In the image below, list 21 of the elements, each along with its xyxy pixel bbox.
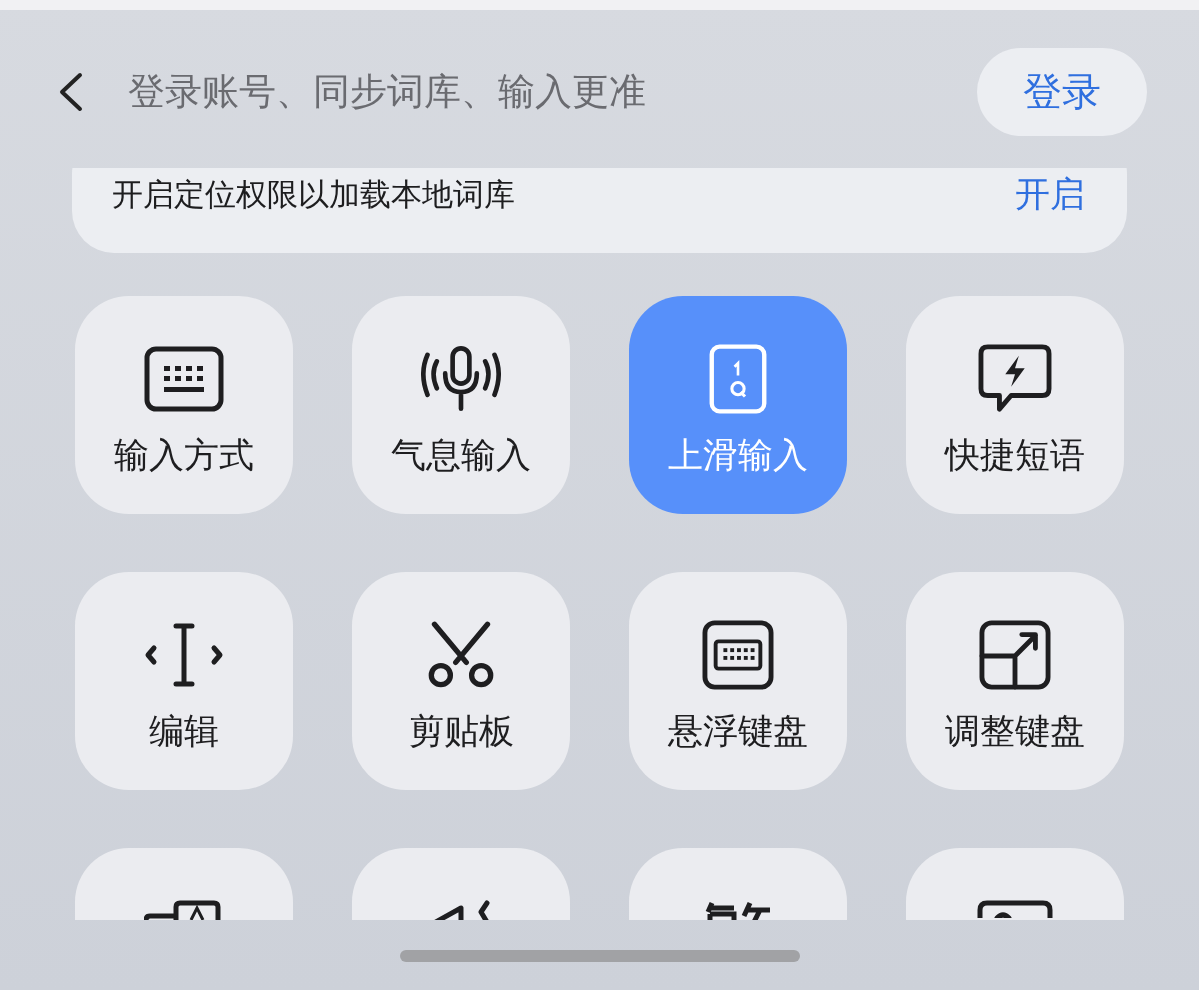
shortcut-tile[interactable]: 调整键盘 (906, 572, 1124, 790)
enable-link[interactable]: 开启 (1015, 171, 1085, 218)
banner-text: 开启定位权限以加载本地词库 (112, 174, 515, 214)
login-prompt[interactable]: 登录账号、同步词库、输入更准 (128, 67, 977, 117)
tile-label: 上滑输入 (668, 434, 808, 477)
tile-label: 调整键盘 (945, 710, 1085, 753)
tile-label: 编辑 (149, 710, 219, 753)
tile-label: 剪贴板 (408, 710, 514, 753)
microphone-icon (421, 344, 501, 414)
login-button[interactable]: 登录 (977, 48, 1147, 136)
tile-label: 输入方式 (114, 434, 254, 477)
tile-label: 快捷短语 (945, 434, 1085, 477)
image-frame-icon (975, 900, 1055, 918)
tile-label: 悬浮键盘 (668, 710, 808, 753)
shortcut-tile[interactable]: 气息输入 (352, 296, 570, 514)
shortcut-tile[interactable]: 输入方式 (75, 296, 293, 514)
tile-label: 气息输入 (391, 434, 531, 477)
shortcut-tile[interactable]: 悬浮键盘 (629, 572, 847, 790)
shortcut-tile[interactable]: 快捷短语 (906, 296, 1124, 514)
shortcut-tile[interactable]: 编辑 (75, 572, 293, 790)
shortcut-tile[interactable]: 剪贴板 (352, 572, 570, 790)
